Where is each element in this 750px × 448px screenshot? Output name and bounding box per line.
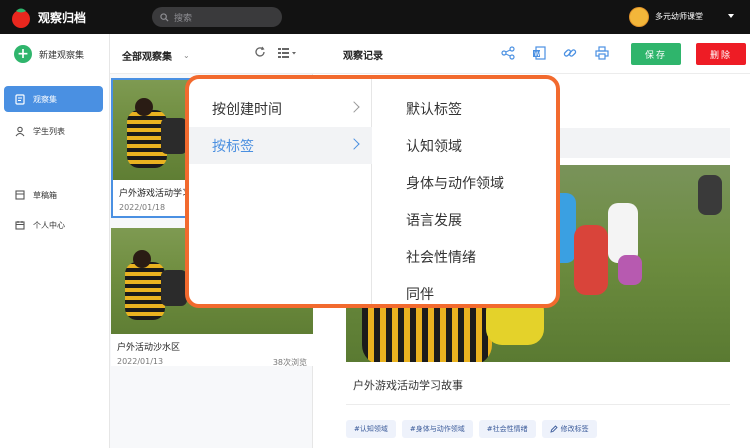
refresh-icon[interactable]: [254, 46, 266, 58]
document-icon: [15, 93, 25, 105]
divider: [346, 404, 730, 405]
sort-menu-popup: 按创建时间 按标签 默认标签 认知领域 身体与动作领域 语言发展 社会性情绪 同…: [185, 75, 560, 308]
menu-item-label: 按标签: [212, 138, 254, 155]
card-date: 2022/01/13: [117, 357, 164, 366]
sort-category-menu: 按创建时间 按标签: [189, 79, 372, 304]
new-observation-set-button[interactable]: + 新建观察集: [14, 45, 84, 63]
chevron-right-icon: [348, 101, 360, 113]
tag-option[interactable]: 同伴: [406, 284, 434, 304]
watermark-logo-icon: [6, 423, 24, 442]
user-name[interactable]: 多元幼师课堂: [655, 11, 703, 22]
menu-item-label: 按创建时间: [212, 101, 282, 118]
sidebar-item-label: 观察集: [33, 94, 57, 104]
avatar[interactable]: [629, 7, 649, 27]
pencil-icon: [550, 425, 558, 433]
search-icon: [160, 12, 169, 22]
chevron-down-icon[interactable]: ⌄: [183, 51, 190, 60]
menu-item-by-created-time[interactable]: 按创建时间: [189, 90, 372, 127]
detail-title: 观察记录: [343, 51, 383, 62]
link-icon[interactable]: [563, 46, 577, 60]
list-header: 全部观察集 ⌄: [110, 34, 313, 74]
sidebar-item-label: 个人中心: [33, 220, 65, 230]
card-title: 户外活动沙水区: [117, 343, 181, 353]
tag-chip[interactable]: #社会性情绪: [478, 420, 536, 438]
new-observation-set-label: 新建观察集: [39, 50, 85, 61]
watermark: 六致跨境: [6, 423, 80, 442]
edit-tags-button[interactable]: 修改标签: [541, 420, 597, 438]
app-logo-icon: [12, 8, 30, 28]
card-meta: 2022/01/13 38次浏览: [117, 357, 307, 368]
tag-chip[interactable]: #认知领域: [346, 420, 396, 438]
print-icon[interactable]: [595, 46, 609, 60]
chevron-down-icon[interactable]: [728, 14, 734, 18]
delete-button[interactable]: 删除: [696, 43, 746, 65]
story-title: 户外游戏活动学习故事: [353, 379, 463, 392]
card-date: 2022/01/18: [119, 203, 166, 212]
detail-header: 观察记录 W 保存 删除: [313, 34, 750, 74]
sidebar-item-label: 学生列表: [33, 126, 65, 136]
svg-text:W: W: [534, 51, 540, 58]
tag-list: #认知领域 #身体与动作领域 #社会性情绪 修改标签: [346, 420, 603, 438]
menu-item-by-tag[interactable]: 按标签: [189, 127, 372, 164]
sidebar-item-drafts[interactable]: 草稿箱: [4, 182, 103, 208]
tag-option[interactable]: 默认标签: [406, 99, 462, 119]
tag-option[interactable]: 社会性情绪: [406, 247, 476, 267]
card-views: 38次浏览: [272, 358, 307, 367]
sidebar-item-personal-center[interactable]: 个人中心: [4, 212, 103, 238]
tag-option[interactable]: 认知领域: [406, 136, 462, 156]
sidebar: + 新建观察集 观察集 学生列表 草稿箱 个人中心: [0, 34, 110, 448]
list-view-toggle-icon[interactable]: [278, 47, 298, 58]
list-title[interactable]: 全部观察集: [122, 48, 172, 63]
watermark-text: 六致跨境: [28, 427, 81, 442]
edit-tags-label: 修改标签: [560, 425, 589, 433]
tag-option[interactable]: 身体与动作领域: [406, 173, 504, 193]
person-icon: [15, 126, 25, 136]
share-icon[interactable]: [501, 46, 515, 60]
word-export-icon[interactable]: W: [532, 46, 546, 60]
sidebar-item-label: 草稿箱: [33, 190, 57, 200]
search-placeholder: 搜索: [174, 13, 193, 24]
app-title: 观察归档: [38, 11, 87, 25]
calendar-icon: [15, 221, 25, 230]
search-input[interactable]: 搜索: [152, 7, 282, 27]
sidebar-item-students[interactable]: 学生列表: [4, 118, 103, 144]
top-bar: 观察归档 搜索 多元幼师课堂: [0, 0, 750, 34]
box-icon: [15, 190, 25, 200]
save-button[interactable]: 保存: [631, 43, 681, 65]
chevron-right-icon: [348, 138, 360, 150]
tag-option[interactable]: 语言发展: [406, 210, 462, 230]
tag-chip[interactable]: #身体与动作领域: [401, 420, 473, 438]
sidebar-item-observation-sets[interactable]: 观察集: [4, 86, 103, 112]
plus-icon: +: [14, 45, 32, 63]
